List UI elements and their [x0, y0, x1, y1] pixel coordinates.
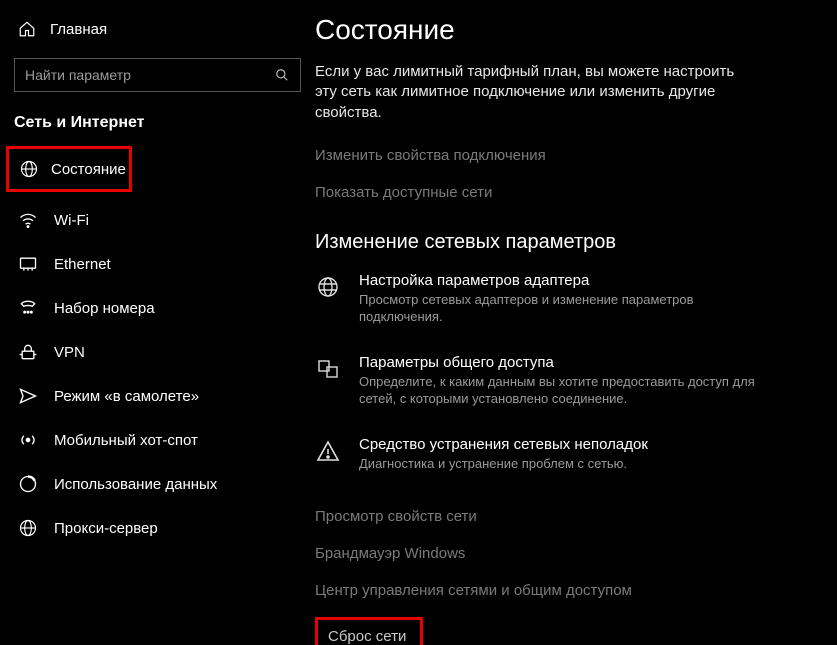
ethernet-icon: [18, 254, 38, 274]
sidebar-item-datausage[interactable]: Использование данных: [0, 462, 315, 506]
option-desc: Определите, к каким данным вы хотите пре…: [359, 373, 775, 408]
airplane-icon: [18, 386, 38, 406]
content-area: Состояние Если у вас лимитный тарифный п…: [315, 0, 837, 645]
sidebar-item-label: Набор номера: [54, 300, 155, 317]
home-link[interactable]: Главная: [0, 14, 315, 50]
intro-paragraph: Если у вас лимитный тарифный план, вы мо…: [315, 62, 745, 139]
sharing-icon: [315, 356, 341, 382]
link-network-reset[interactable]: Сброс сети: [318, 620, 420, 645]
globe-icon: [315, 274, 341, 300]
option-sharing-settings[interactable]: Параметры общего доступа Определите, к к…: [315, 354, 775, 436]
sidebar-item-ethernet[interactable]: Ethernet: [0, 242, 315, 286]
sidebar-section-title: Сеть и Интернет: [0, 110, 315, 146]
status-icon: [19, 159, 39, 179]
sidebar-item-wifi[interactable]: Wi-Fi: [0, 198, 315, 242]
option-troubleshooter[interactable]: Средство устранения сетевых неполадок Ди…: [315, 436, 775, 501]
link-windows-firewall[interactable]: Брандмауэр Windows: [315, 537, 807, 574]
wifi-icon: [18, 210, 38, 230]
subheading-change-net-params: Изменение сетевых параметров: [315, 213, 807, 272]
sidebar-item-proxy[interactable]: Прокси-сервер: [0, 506, 315, 550]
option-desc: Диагностика и устранение проблем с сетью…: [359, 455, 648, 473]
search-box[interactable]: [14, 58, 301, 92]
link-network-sharing-center[interactable]: Центр управления сетями и общим доступом: [315, 574, 807, 611]
sidebar-item-hotspot[interactable]: Мобильный хот-спот: [0, 418, 315, 462]
link-change-connection-props[interactable]: Изменить свойства подключения: [315, 139, 807, 176]
page-title: Состояние: [315, 10, 807, 62]
warning-icon: [315, 438, 341, 464]
highlight-status: Состояние: [6, 146, 132, 192]
option-title: Параметры общего доступа: [359, 354, 775, 373]
option-adapter-settings[interactable]: Настройка параметров адаптера Просмотр с…: [315, 272, 775, 354]
home-icon: [18, 20, 36, 38]
sidebar-item-status[interactable]: Состояние: [9, 149, 129, 189]
search-input[interactable]: [25, 67, 274, 83]
sidebar-item-airplane[interactable]: Режим «в самолете»: [0, 374, 315, 418]
dialup-icon: [18, 298, 38, 318]
search-icon: [274, 67, 290, 83]
sidebar-item-label: Режим «в самолете»: [54, 388, 199, 405]
highlight-network-reset: Сброс сети: [315, 617, 423, 645]
link-view-network-props[interactable]: Просмотр свойств сети: [315, 500, 807, 537]
option-title: Настройка параметров адаптера: [359, 272, 775, 291]
sidebar-item-label: VPN: [54, 344, 85, 361]
vpn-icon: [18, 342, 38, 362]
sidebar-item-label: Мобильный хот-спот: [54, 432, 198, 449]
sidebar-item-label: Состояние: [51, 161, 126, 178]
bottom-links: Просмотр свойств сети Брандмауэр Windows…: [315, 500, 807, 645]
sidebar-item-label: Wi-Fi: [54, 212, 89, 229]
sidebar-item-label: Использование данных: [54, 476, 217, 493]
sidebar: Главная Сеть и Интернет Состояние: [0, 0, 315, 645]
sidebar-item-dialup[interactable]: Набор номера: [0, 286, 315, 330]
sidebar-item-vpn[interactable]: VPN: [0, 330, 315, 374]
home-label: Главная: [50, 21, 107, 38]
option-desc: Просмотр сетевых адаптеров и изменение п…: [359, 291, 775, 326]
option-title: Средство устранения сетевых неполадок: [359, 436, 648, 455]
data-usage-icon: [18, 474, 38, 494]
sidebar-item-label: Прокси-сервер: [54, 520, 158, 537]
hotspot-icon: [18, 430, 38, 450]
proxy-icon: [18, 518, 38, 538]
sidebar-item-label: Ethernet: [54, 256, 111, 273]
link-show-available-networks[interactable]: Показать доступные сети: [315, 176, 807, 213]
